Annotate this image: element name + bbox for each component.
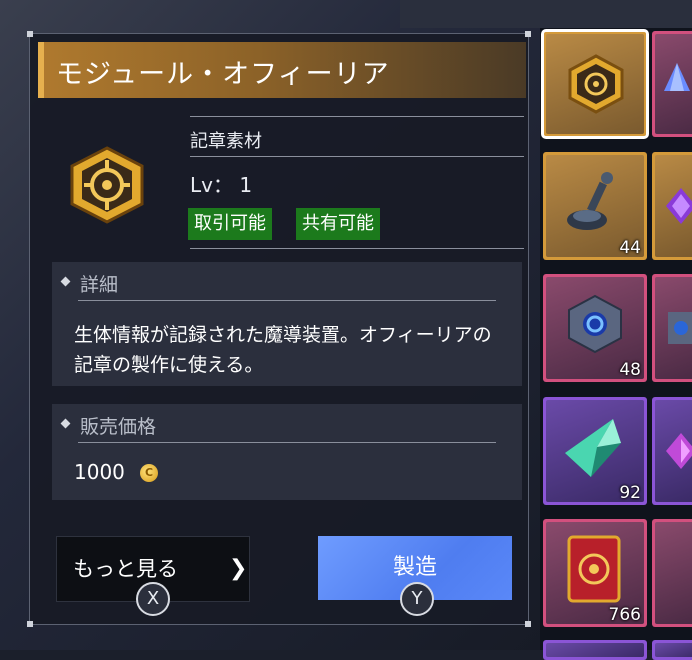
shareable-tag: 共有可能 [296, 208, 380, 240]
item-quantity: 92 [619, 483, 641, 503]
crystal-icon [565, 419, 621, 477]
inventory-slot[interactable]: 766 [543, 519, 647, 627]
panel-corner [525, 31, 531, 37]
divider [78, 442, 496, 443]
item-title: モジュール・オフィーリア [56, 59, 390, 90]
price-title: 販売価格 [80, 416, 157, 438]
panel-corner [27, 621, 33, 627]
slot-background [546, 643, 644, 657]
item-description: 生体情報が記録された魔導装置。オフィーリアの記章の製作に使える。 [74, 324, 492, 376]
inventory-slot[interactable] [652, 397, 692, 505]
inventory-slot[interactable]: 92 [543, 397, 647, 505]
panel-corner [27, 31, 33, 37]
slot-background [655, 643, 692, 657]
item-quantity: 44 [619, 238, 641, 258]
inventory-slot[interactable] [652, 519, 692, 627]
inventory-slot-selected[interactable] [541, 29, 649, 139]
item-quantity: 766 [608, 605, 641, 625]
panel-corner [525, 621, 531, 627]
item-category: 記章素材 [190, 131, 262, 152]
divider [78, 300, 496, 301]
emblem-icon [70, 146, 144, 224]
top-strip [400, 0, 692, 28]
more-button-label: もっと見る [73, 557, 178, 581]
item-detail-panel: モジュール・オフィーリア 記章素材 Lv： 1 取引可能 共有可能 詳細 生体情… [27, 31, 531, 627]
inventory-slot[interactable]: 44 [543, 152, 647, 260]
inventory-slot[interactable] [543, 640, 647, 660]
divider [190, 248, 524, 249]
device-icon [568, 294, 622, 354]
divider [190, 116, 524, 117]
inventory-grid: 44 48 92 766 [540, 28, 692, 660]
item-quantity: 48 [619, 360, 641, 380]
detail-title: 詳細 [80, 274, 119, 296]
inventory-slot[interactable] [652, 274, 692, 382]
tome-icon [567, 535, 621, 603]
x-key-icon: X [136, 582, 170, 616]
tradable-tag: 取引可能 [188, 208, 272, 240]
device-icon [668, 312, 692, 344]
title-accent [38, 42, 44, 98]
crystal-icon [666, 433, 692, 469]
detail-section: 詳細 生体情報が記録された魔導装置。オフィーリアの記章の製作に使える。 [52, 262, 522, 386]
inventory-slot[interactable] [652, 152, 692, 260]
inventory-slot[interactable]: 48 [543, 274, 647, 382]
diamond-icon [60, 276, 71, 287]
title-bar: モジュール・オフィーリア [38, 42, 526, 98]
chevron-down-icon: ❯ [229, 556, 248, 581]
inventory-slot[interactable] [652, 640, 692, 660]
item-level: Lv： 1 [190, 173, 253, 197]
crystal-cone-icon [664, 63, 690, 91]
price-section: 販売価格 1000 C [52, 404, 522, 500]
coin-icon: C [140, 464, 158, 482]
y-key-icon: Y [400, 582, 434, 616]
diamond-icon [60, 418, 71, 429]
item-price: 1000 [74, 460, 125, 484]
slot-background [655, 522, 692, 624]
craft-button-label: 製造 [392, 555, 437, 580]
emblem-icon [568, 54, 624, 114]
inventory-slot[interactable] [652, 31, 692, 137]
divider [190, 156, 524, 157]
chess-piece-icon [567, 172, 613, 230]
purple-gem-icon [666, 188, 692, 224]
